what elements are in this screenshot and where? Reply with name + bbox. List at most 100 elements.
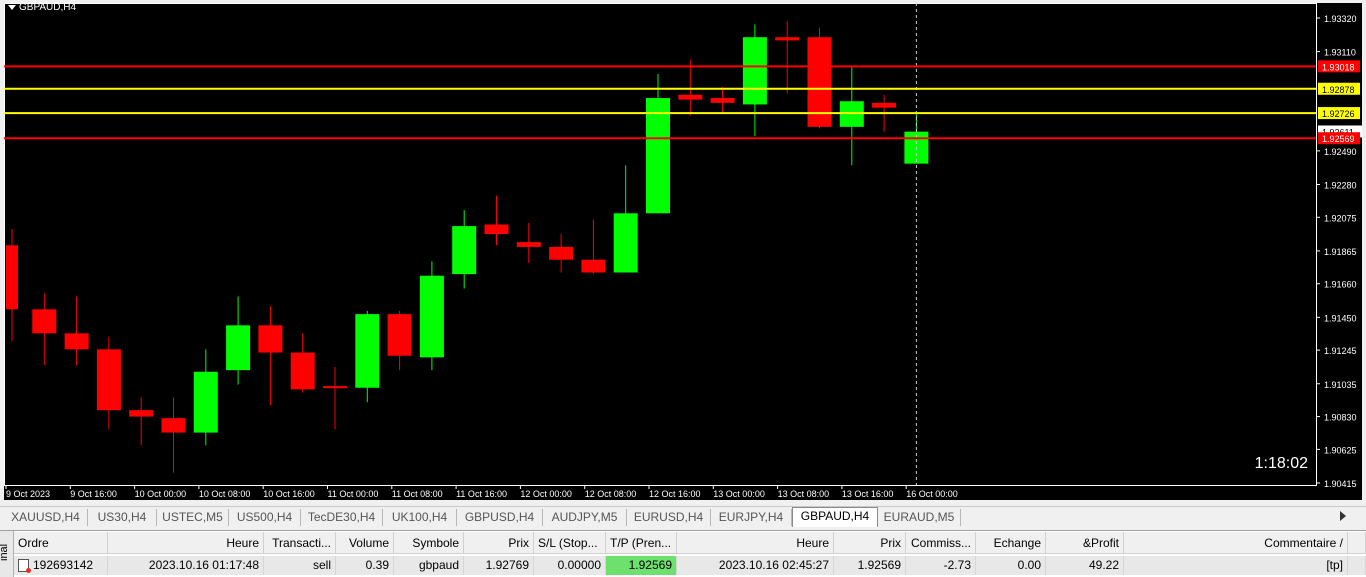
col-header-price-open[interactable]: Prix (464, 532, 534, 554)
col-header-comment[interactable]: Commentaire / (1124, 532, 1348, 554)
candle-body (32, 309, 57, 334)
price-tick-label: 1.91450 (1324, 313, 1357, 323)
col-header-price-close[interactable]: Prix (834, 532, 906, 554)
col-header-type[interactable]: Transacti... (264, 532, 336, 554)
time-tick-label: 12 Oct 08:00 (585, 489, 637, 499)
col-header-order[interactable]: Ordre (14, 532, 108, 554)
time-tick-label: 11 Oct 16:00 (456, 489, 507, 499)
candle-body (226, 325, 251, 371)
chart-tabs-bar: XAUUSD,H4 US30,H4 USTEC,M5 US500,H4 TecDE30,… (0, 506, 1366, 529)
col-header-volume[interactable]: Volume (336, 532, 394, 554)
chart-tab-ustec-m5[interactable]: USTEC,M5 (157, 509, 229, 526)
price-chart[interactable]: 1.93320 1.93110 1.92490 1.92280 1.92075 1.918… (0, 0, 1366, 504)
cell-stop-loss: 0.00000 (534, 556, 606, 575)
chart-tab-audjpy-m5[interactable]: AUDJPY,M5 (543, 509, 627, 526)
time-tick-label: 10 Oct 08:00 (199, 489, 251, 499)
time-tick-label: 11 Oct 00:00 (328, 489, 379, 499)
chart-tab-euraud-m5[interactable]: EURAUD,M5 (878, 509, 961, 526)
candle-body (323, 386, 347, 389)
cell-take-profit: 1.92569 (606, 556, 677, 575)
price-tick-label: 1.91865 (1324, 247, 1357, 257)
candle-body (775, 37, 800, 41)
chart-tab-gbpusd-h4[interactable]: GBPUSD,H4 (457, 509, 543, 526)
terminal-side-label: inal (0, 543, 10, 561)
time-tick-label: 16 Oct 00:00 (906, 489, 958, 499)
candle-body (516, 242, 541, 247)
time-tick-label: 10 Oct 00:00 (135, 489, 187, 499)
candle-body (678, 94, 703, 100)
col-header-commission[interactable]: Commiss... (906, 532, 976, 554)
chart-tab-gbpaud-h4[interactable]: GBPAUD,H4 (792, 507, 878, 527)
price-tick-label: 1.92280 (1324, 180, 1357, 190)
price-tick-label: 1.91035 (1324, 380, 1357, 390)
time-tick-label: 13 Oct 16:00 (842, 489, 894, 499)
candle-body (290, 352, 315, 390)
candle-body (419, 275, 444, 358)
chart-tab-eurjpy-h4[interactable]: EURJPY,H4 (711, 509, 792, 526)
cell-type: sell (264, 556, 336, 575)
cell-commission: -2.73 (906, 556, 976, 575)
chart-tab-xauusd-h4[interactable]: XAUUSD,H4 (4, 509, 88, 526)
price-tick-label: 1.91245 (1324, 346, 1357, 356)
row-filler (1348, 556, 1366, 575)
candle-body (484, 224, 509, 235)
col-header-filler (1348, 532, 1366, 554)
price-level-label: 1.92726 (1322, 109, 1355, 119)
cell-price-open: 1.92769 (464, 556, 534, 575)
col-header-time-open[interactable]: Heure (108, 532, 264, 554)
col-header-symbol[interactable]: Symbole (394, 532, 464, 554)
candle-body (387, 314, 412, 356)
order-id: 192693142 (33, 558, 94, 572)
cell-time-open: 2023.10.16 01:17:48 (108, 556, 264, 575)
candle-body (96, 349, 121, 411)
col-header-take-profit[interactable]: T/P (Pren... (606, 532, 677, 554)
chart-menu-arrow-icon[interactable] (8, 5, 16, 10)
price-tick-label: 1.92075 (1324, 213, 1357, 223)
time-tick-label: 13 Oct 08:00 (778, 489, 830, 499)
time-tick-label: 10 Oct 16:00 (263, 489, 315, 499)
candle-body (161, 418, 186, 433)
col-header-swap[interactable]: Echange (976, 532, 1046, 554)
candle-body (64, 333, 89, 350)
chart-tab-eurusd-h4[interactable]: EURUSD,H4 (627, 509, 711, 526)
candle-body (129, 410, 154, 417)
candle-body (742, 37, 767, 105)
cell-volume: 0.39 (336, 556, 394, 575)
cell-comment: [tp] (1124, 556, 1348, 575)
time-tick-label: 9 Oct 16:00 (70, 489, 117, 499)
candle-body (646, 98, 670, 214)
price-tick-label: 1.90625 (1324, 445, 1357, 455)
cell-order: 192693142 (14, 556, 108, 575)
price-level-label: 1.92878 (1322, 85, 1355, 95)
price-tick-label: 1.90415 (1324, 479, 1357, 489)
price-tick-label: 1.92490 (1324, 147, 1357, 157)
col-header-stop-loss[interactable]: S/L (Stop... (534, 532, 606, 554)
tabs-scroll-right-icon[interactable] (1340, 511, 1346, 521)
terminal-panel: inal Ordre Heure Transacti... Volume Symbole… (0, 530, 1366, 577)
col-header-time-close[interactable]: Heure (677, 532, 834, 554)
terminal-side-tab[interactable]: inal (0, 531, 14, 577)
cell-profit: 49.22 (1046, 556, 1124, 575)
chart-tab-us30-h4[interactable]: US30,H4 (88, 509, 157, 526)
price-tick-label: 1.90830 (1324, 413, 1357, 423)
candle-body (6, 245, 18, 310)
time-tick-label: 12 Oct 00:00 (520, 489, 572, 499)
chart-symbol-label[interactable]: GBPAUD,H4 (8, 2, 76, 13)
price-level-label: 1.92569 (1322, 134, 1355, 144)
candle-body (355, 314, 380, 388)
chart-tab-us500-h4[interactable]: US500,H4 (229, 509, 301, 526)
candle-countdown-timer: 1:18:02 (1254, 455, 1308, 472)
candle-body (710, 98, 735, 103)
chart-symbol-text: GBPAUD,H4 (19, 2, 77, 13)
price-tick-label: 1.93110 (1324, 48, 1356, 58)
chart-canvas[interactable]: 1.93320 1.93110 1.92490 1.92280 1.92075 1.918… (0, 0, 1366, 504)
price-tick-label: 1.93320 (1324, 14, 1357, 24)
cell-swap: 0.00 (976, 556, 1046, 575)
chart-tab-tecde30-h4[interactable]: TecDE30,H4 (301, 509, 383, 526)
cell-symbol: gbpaud (394, 556, 464, 575)
candle-body (581, 259, 606, 273)
time-tick-label: 9 Oct 2023 (6, 489, 50, 499)
candle-body (613, 213, 638, 273)
col-header-profit[interactable]: &Profit (1046, 532, 1124, 554)
chart-tab-uk100-h4[interactable]: UK100,H4 (383, 509, 457, 526)
